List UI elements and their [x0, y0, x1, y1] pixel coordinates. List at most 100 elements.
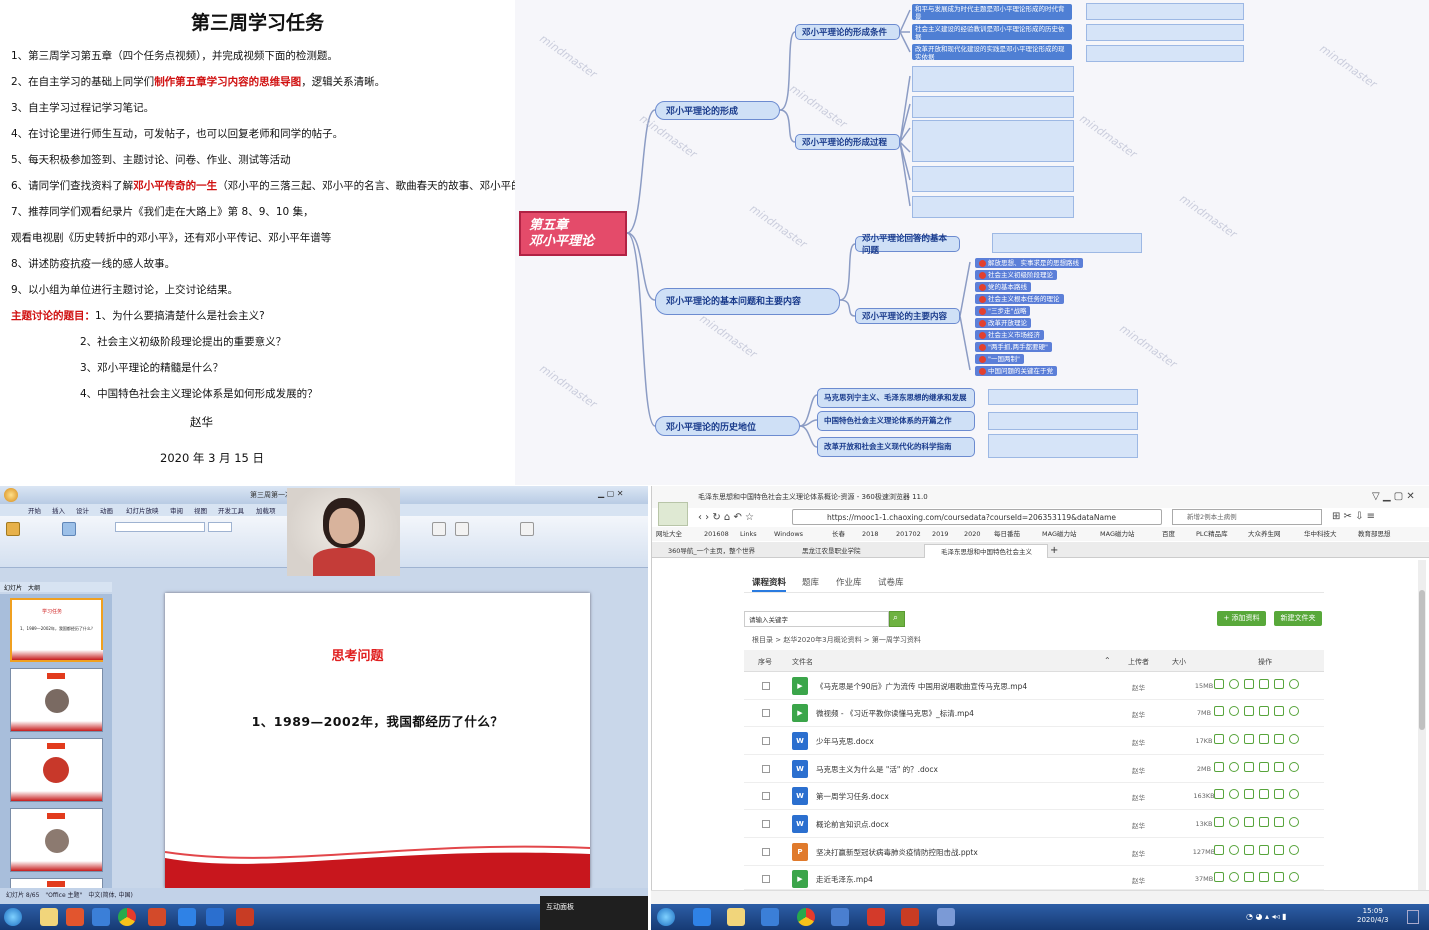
content-item[interactable]: "两手抓,两手都要硬": [975, 342, 1053, 352]
bookmark-item[interactable]: 华中科技大: [1304, 527, 1337, 541]
powerpoint-icon[interactable]: [236, 908, 254, 926]
bookmark-item[interactable]: Links: [740, 527, 757, 541]
app-icon[interactable]: [66, 908, 84, 926]
upload-icon[interactable]: [1274, 817, 1284, 827]
system-clock[interactable]: 15:09 2020/4/3: [1357, 907, 1388, 925]
move-icon[interactable]: [1244, 789, 1254, 799]
bookmark-item[interactable]: Windows: [774, 527, 803, 541]
more-icon[interactable]: [1289, 845, 1299, 855]
more-icon[interactable]: [1289, 789, 1299, 799]
bookmark-item[interactable]: 2019: [932, 527, 949, 541]
row-checkbox[interactable]: [762, 875, 770, 883]
table-row[interactable]: W 马克思主义为什么是 "活" 的？.docx 赵华 2MB: [744, 756, 1324, 783]
move-icon[interactable]: [1244, 762, 1254, 772]
browser-icon[interactable]: [118, 908, 136, 926]
branch-status[interactable]: 邓小平理论的历史地位: [655, 416, 800, 436]
app-icon[interactable]: [867, 908, 885, 926]
node-basic-question[interactable]: 邓小平理论回答的基本问题: [855, 234, 960, 256]
file-name[interactable]: 概论前言知识点.docx: [816, 819, 889, 830]
share-icon[interactable]: [1229, 706, 1239, 716]
content-item[interactable]: 社会主义根本任务的理论: [975, 294, 1064, 304]
new-tab-icon[interactable]: +: [1050, 544, 1058, 558]
file-name[interactable]: 少年马克思.docx: [816, 736, 874, 747]
file-name[interactable]: 走近毛泽东.mp4: [816, 874, 873, 885]
tab-home[interactable]: 开始: [28, 505, 41, 515]
branch-content[interactable]: 邓小平理论的基本问题和主要内容: [655, 288, 840, 315]
bookmark-item[interactable]: MAG磁力站: [1100, 527, 1134, 541]
window-controls-icon[interactable]: ▽ ▁ ▢ ✕: [1372, 491, 1415, 502]
leaf-condition[interactable]: 改革开放和现代化建设的实践是邓小平理论形成的现实依据: [912, 44, 1072, 60]
move-icon[interactable]: [1244, 734, 1254, 744]
tray-icons[interactable]: ◔ ◕ ▴ ◂◃ ▮: [1246, 912, 1287, 921]
start-button-icon[interactable]: [4, 908, 22, 926]
share-icon[interactable]: [1229, 872, 1239, 882]
search-button[interactable]: ⌕: [889, 611, 905, 627]
interaction-panel-popup[interactable]: 互动面板: [540, 896, 648, 930]
powerpoint-icon[interactable]: [148, 908, 166, 926]
upload-icon[interactable]: [1274, 679, 1284, 689]
slide-thumbnail[interactable]: [10, 668, 103, 732]
table-row[interactable]: ▶ 微视频 - 《习近平教你读懂马克思》_标清.mp4 赵华 7MB: [744, 700, 1324, 727]
download-icon[interactable]: [1259, 679, 1269, 689]
download-icon[interactable]: [1259, 872, 1269, 882]
share-icon[interactable]: [1229, 734, 1239, 744]
content-item[interactable]: 社会主义市场经济: [975, 330, 1044, 340]
edit-icon[interactable]: [1214, 679, 1224, 689]
move-icon[interactable]: [1244, 706, 1254, 716]
tab-course-materials[interactable]: 课程资料: [752, 576, 787, 592]
slide-thumbnail[interactable]: 学习任务 1、1989—2002年，我国都经历了什么？: [10, 598, 103, 662]
edit-icon[interactable]: [1214, 734, 1224, 744]
file-name[interactable]: 坚决打赢新型冠状病毒肺炎疫情防控阻击战.pptx: [816, 847, 978, 858]
more-icon[interactable]: [1289, 872, 1299, 882]
upload-icon[interactable]: [1274, 734, 1284, 744]
share-icon[interactable]: [1229, 817, 1239, 827]
new-slide-icon[interactable]: [62, 522, 76, 536]
node-guide[interactable]: 改革开放和社会主义现代化的科学指南: [817, 437, 975, 457]
more-icon[interactable]: [1289, 706, 1299, 716]
download-icon[interactable]: [1259, 762, 1269, 772]
share-icon[interactable]: [1229, 789, 1239, 799]
download-icon[interactable]: [1259, 845, 1269, 855]
tab-animation[interactable]: 动画: [100, 505, 113, 515]
file-name[interactable]: 《马克思是个90后》广为流传 中国用说唱歌曲宣传马克思.mp4: [816, 681, 1027, 692]
table-row[interactable]: ▶ 《马克思是个90后》广为流传 中国用说唱歌曲宣传马克思.mp4 赵华 15M…: [744, 673, 1324, 700]
add-material-button[interactable]: + 添加资料: [1217, 611, 1266, 626]
branch-formation[interactable]: 邓小平理论的形成: [655, 101, 780, 120]
app-icon[interactable]: [693, 908, 711, 926]
more-icon[interactable]: [1289, 762, 1299, 772]
current-slide[interactable]: 思考问题 1、1989—2002年，我国都经历了什么？: [165, 593, 590, 888]
edit-icon[interactable]: [1214, 706, 1224, 716]
download-icon[interactable]: [1259, 789, 1269, 799]
move-icon[interactable]: [1244, 845, 1254, 855]
share-icon[interactable]: [1229, 762, 1239, 772]
more-icon[interactable]: [1289, 679, 1299, 689]
content-item[interactable]: 解放思想、实事求是的思想路线: [975, 258, 1083, 268]
address-bar[interactable]: https://mooc1-1.chaoxing.com/coursedata?…: [792, 509, 1162, 525]
column-header[interactable]: 文件名: [792, 657, 813, 667]
office-button-icon[interactable]: [4, 488, 18, 502]
paste-icon[interactable]: [6, 522, 20, 536]
move-icon[interactable]: [1244, 817, 1254, 827]
node-process[interactable]: 邓小平理论的形成过程: [795, 134, 900, 150]
file-name[interactable]: 微视频 - 《习近平教你读懂马克思》_标清.mp4: [816, 708, 974, 719]
bookmark-item[interactable]: 大众养生网: [1248, 527, 1281, 541]
table-row[interactable]: ▶ 走近毛泽东.mp4 赵华 37MB: [744, 866, 1324, 890]
tab-exam-bank[interactable]: 试卷库: [878, 576, 904, 588]
app-icon[interactable]: [937, 908, 955, 926]
bookmark-item[interactable]: 每日番茄: [994, 527, 1020, 541]
app-icon[interactable]: [206, 908, 224, 926]
scrollbar-thumb[interactable]: [1419, 590, 1425, 730]
breadcrumb[interactable]: 根目录 > 赵华2020年3月概论资料 > 第一周学习资料: [752, 635, 921, 645]
app-icon[interactable]: [831, 908, 849, 926]
file-name[interactable]: 第一周学习任务.docx: [816, 791, 889, 802]
bookmark-item[interactable]: 百度: [1162, 527, 1175, 541]
edit-icon[interactable]: [1214, 872, 1224, 882]
mind-map-root[interactable]: 第五章 邓小平理论: [519, 211, 627, 256]
browser-tab[interactable]: 360导航_一个主页，整个世界: [652, 544, 792, 558]
tab-outline[interactable]: 大纲: [28, 583, 40, 592]
bird-app-icon[interactable]: [761, 908, 779, 926]
upload-icon[interactable]: [1274, 789, 1284, 799]
node-main-content[interactable]: 邓小平理论的主要内容: [855, 308, 960, 324]
window-controls-icon[interactable]: ▁ ▢ ✕: [598, 489, 624, 498]
tab-design[interactable]: 设计: [76, 505, 89, 515]
